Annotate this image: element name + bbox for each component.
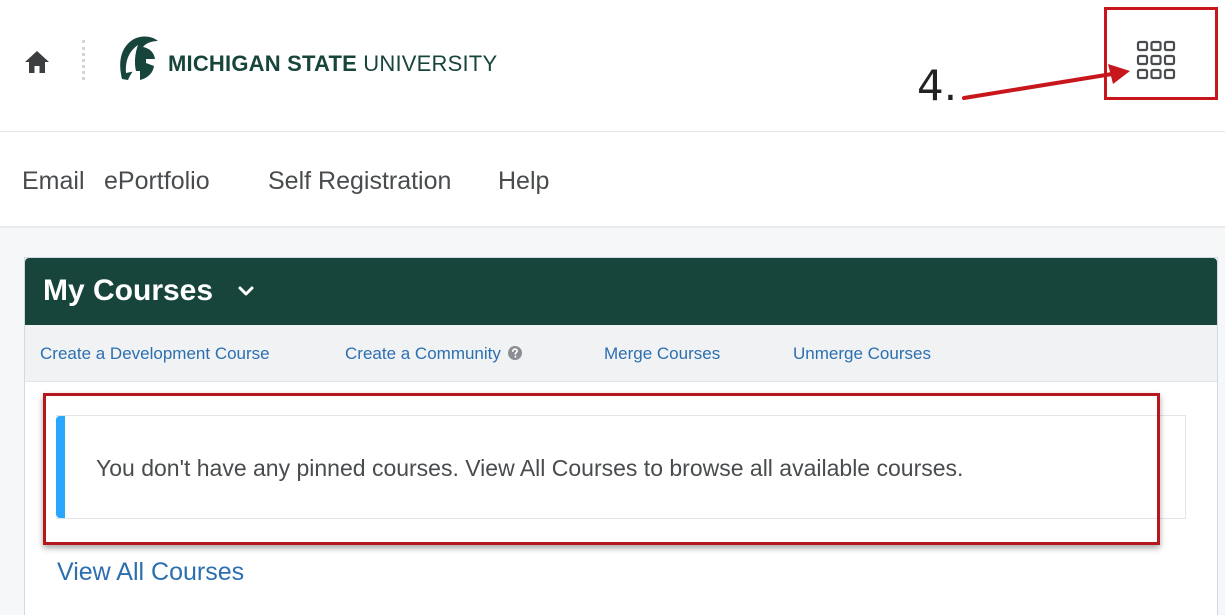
widget-title[interactable]: My Courses xyxy=(43,274,213,308)
nav-item-self-registration[interactable]: Self Registration xyxy=(268,166,451,196)
home-icon[interactable] xyxy=(24,50,50,74)
view-all-courses-link[interactable]: View All Courses xyxy=(57,557,244,587)
unmerge-courses-link[interactable]: Unmerge Courses xyxy=(793,344,931,364)
wordmark-bold: MICHIGAN STATE xyxy=(168,51,357,76)
annotation-arrow-icon xyxy=(962,64,1130,100)
create-development-course-link[interactable]: Create a Development Course xyxy=(40,344,270,364)
header-divider xyxy=(82,40,85,80)
spartan-helmet-icon[interactable] xyxy=(116,33,160,83)
chevron-down-icon[interactable] xyxy=(237,284,255,298)
create-community-link[interactable]: Create a Community xyxy=(345,344,523,364)
annotation-step-label: 4. xyxy=(917,61,958,110)
widget-action-bar: Create a Development Course Create a Com… xyxy=(25,325,1217,382)
help-circle-icon[interactable] xyxy=(507,345,523,361)
nav-item-email[interactable]: Email xyxy=(22,166,85,196)
widget-header: My Courses xyxy=(25,258,1217,325)
university-wordmark[interactable]: MICHIGAN STATE UNIVERSITY xyxy=(168,51,497,77)
main-navigation: Email ePortfolio Self Registration Help xyxy=(0,132,1225,228)
merge-courses-link[interactable]: Merge Courses xyxy=(604,344,720,364)
annotation-highlight-alert xyxy=(43,393,1160,545)
wordmark-light: UNIVERSITY xyxy=(363,51,498,76)
nav-item-eportfolio[interactable]: ePortfolio xyxy=(104,166,210,196)
nav-item-help[interactable]: Help xyxy=(498,166,549,196)
create-community-label: Create a Community xyxy=(345,344,501,363)
